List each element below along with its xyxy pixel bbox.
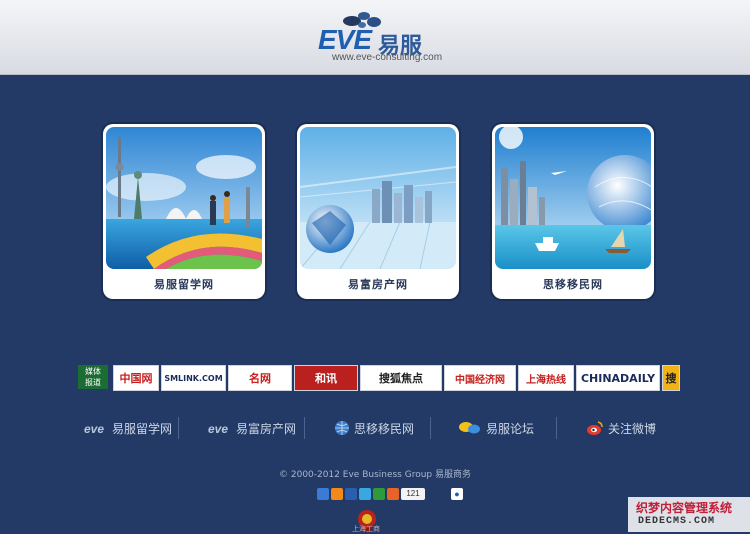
partner-ce-cn[interactable]: 中国经济网 bbox=[444, 365, 516, 391]
eve-logo[interactable]: EVE 易服 www.eve-consulting.com bbox=[318, 8, 442, 64]
media-label-2: 报道 bbox=[85, 378, 101, 387]
site-url: www.eve-consulting.com bbox=[332, 52, 443, 63]
nav-label: 关注微博 bbox=[608, 421, 657, 436]
share-qq-icon[interactable] bbox=[359, 488, 371, 500]
card-label-immigration: 思移移民网 bbox=[543, 278, 603, 291]
nav-divider bbox=[556, 417, 557, 439]
card-label-realestate: 易富房产网 bbox=[348, 278, 408, 291]
partner-china-net[interactable]: 中国网 bbox=[113, 365, 159, 391]
media-coverage-badge: 媒体 报道 bbox=[78, 365, 108, 389]
share-count: 121 bbox=[401, 488, 425, 500]
card-real-estate[interactable]: 易富房产网 bbox=[297, 124, 459, 299]
partner-sohu-focus[interactable]: 搜狐焦点 bbox=[360, 365, 442, 391]
card-label-study: 易服留学网 bbox=[154, 278, 214, 291]
media-label-1: 媒体 bbox=[85, 367, 101, 376]
nav-divider bbox=[178, 417, 179, 439]
nav-label: 思移移民网 bbox=[354, 421, 415, 436]
watermark-line2: DEDECMS.COM bbox=[638, 516, 716, 527]
partner-online-sh[interactable]: 上海热线 bbox=[518, 365, 574, 391]
globe-icon bbox=[335, 421, 349, 435]
header: EVE 易服 www.eve-consulting.com bbox=[0, 0, 750, 75]
weibo-icon bbox=[587, 421, 603, 435]
nav-real-estate[interactable]: eve 易富房产网 bbox=[208, 415, 296, 441]
immigration-image bbox=[495, 127, 651, 269]
eve-mini-logo-icon: eve bbox=[208, 422, 228, 435]
nav-label: 易富房产网 bbox=[236, 421, 297, 436]
footer-nav: eve 易服留学网 eve 易富房产网 思移移民网 易服论坛 关注微博 bbox=[80, 415, 680, 441]
partner-hexun[interactable]: 和讯 bbox=[294, 365, 358, 391]
nav-weibo[interactable]: 关注微博 bbox=[586, 415, 656, 441]
partner-mingwang[interactable]: 名网 bbox=[228, 365, 292, 391]
media-partners: 媒体 报道 中国网 SMLINK.COM 名网 和讯 搜狐焦点 中国经济网 上海… bbox=[78, 363, 680, 391]
nav-divider bbox=[304, 417, 305, 439]
real-estate-image bbox=[300, 127, 456, 269]
eve-mini-logo-icon: eve bbox=[84, 422, 104, 435]
nav-divider bbox=[430, 417, 431, 439]
card-immigration[interactable]: 思移移民网 bbox=[492, 124, 654, 299]
partner-smlink[interactable]: SMLINK.COM bbox=[161, 365, 226, 391]
copyright-text: © 2000-2012 Eve Business Group 易服商务 bbox=[279, 470, 471, 480]
svg-text:eve: eve bbox=[208, 422, 228, 435]
dedecms-watermark: 织梦内容管理系统 DEDECMS.COM bbox=[628, 497, 750, 532]
watermark-line1: 织梦内容管理系统 bbox=[636, 501, 733, 515]
svg-text:eve: eve bbox=[84, 422, 104, 435]
nav-label: 易服留学网 bbox=[112, 421, 173, 436]
nav-label: 易服论坛 bbox=[486, 421, 535, 436]
baidu-paw-icon[interactable]: ● bbox=[451, 488, 463, 500]
share-bar: 121 bbox=[317, 488, 425, 502]
study-abroad-image bbox=[106, 127, 262, 269]
share-kaixin-icon[interactable] bbox=[331, 488, 343, 500]
nav-forum[interactable]: 易服论坛 bbox=[458, 415, 534, 441]
partner-cut-off[interactable]: 搜 bbox=[662, 365, 680, 391]
share-more-icon[interactable] bbox=[387, 488, 399, 500]
nav-immigration[interactable]: 思移移民网 bbox=[334, 415, 414, 441]
card-study-abroad[interactable]: 易服留学网 bbox=[103, 124, 265, 299]
chat-bubbles-icon bbox=[459, 422, 480, 434]
share-qzone-icon[interactable] bbox=[317, 488, 329, 500]
partner-chinadaily[interactable]: CHINADAILY bbox=[576, 365, 660, 391]
badge-caption: 上海工商 bbox=[352, 525, 380, 533]
nav-study-abroad[interactable]: eve 易服留学网 bbox=[84, 415, 172, 441]
share-renren-icon[interactable] bbox=[345, 488, 357, 500]
share-douban-icon[interactable] bbox=[373, 488, 385, 500]
